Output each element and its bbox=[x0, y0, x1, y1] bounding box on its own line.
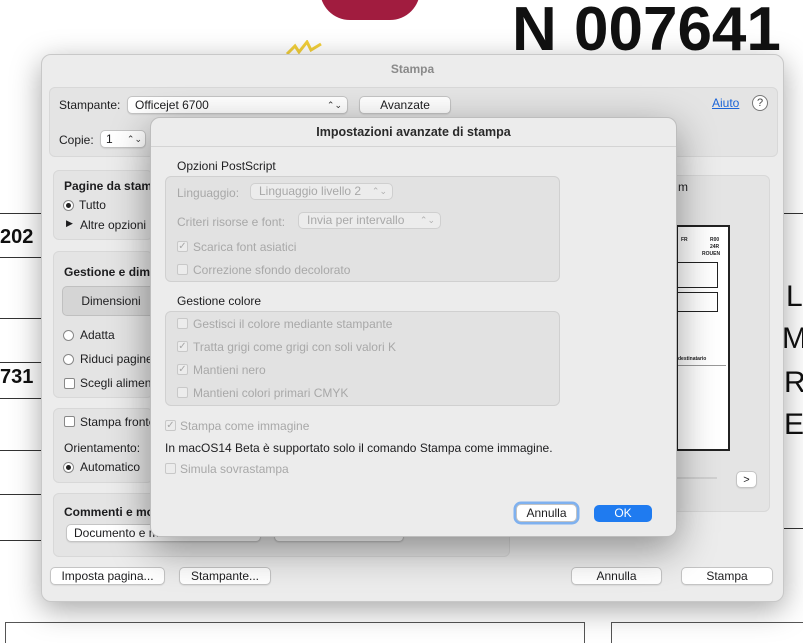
pages-group-title: Pagine da stamp bbox=[64, 179, 160, 193]
orientation-label: Orientamento: bbox=[64, 441, 141, 455]
print-as-image-checkbox[interactable]: ✓ bbox=[165, 420, 176, 431]
disclosure-triangle-icon[interactable]: ▶ bbox=[66, 218, 73, 229]
next-page-button[interactable]: > bbox=[736, 471, 757, 488]
keep-cmyk-label: Mantieni colori primari CMYK bbox=[193, 386, 349, 400]
gray-as-gray-label: Tratta grigi come grigi con soli valori … bbox=[193, 340, 396, 354]
thumb-city: ROUEN bbox=[702, 251, 721, 257]
title-separator bbox=[151, 146, 676, 147]
asian-fonts-label: Scarica font asiatici bbox=[193, 240, 297, 254]
doc-field-box bbox=[5, 622, 585, 643]
simulate-overprint-checkbox[interactable] bbox=[165, 463, 176, 474]
advanced-settings-dialog: Impostazioni avanzate di stampa Opzioni … bbox=[150, 117, 677, 537]
printer-color-label: Gestisci il colore mediante stampante bbox=[193, 317, 393, 331]
resources-select-value: Invia per intervallo bbox=[307, 213, 405, 227]
gray-as-gray-checkbox[interactable]: ✓ bbox=[177, 341, 188, 352]
page-preview-thumbnail: FR R00 24R ROUEN destinatario bbox=[676, 225, 730, 451]
choose-feed-label: Scegli aliment bbox=[80, 376, 155, 390]
more-options-label[interactable]: Altre opzioni bbox=[80, 218, 146, 232]
doc-letter-1: L bbox=[786, 280, 803, 313]
doc-letter-4: E bbox=[784, 408, 803, 441]
language-select-value: Linguaggio livello 2 bbox=[259, 184, 362, 198]
duplex-checkbox[interactable] bbox=[64, 416, 75, 427]
print-button[interactable]: Stampa bbox=[681, 567, 773, 585]
advanced-button[interactable]: Avanzate bbox=[359, 96, 451, 114]
beta-notice: In macOS14 Beta è supportato solo il com… bbox=[165, 441, 553, 455]
language-select[interactable]: Linguaggio livello 2 ⌃⌄ bbox=[250, 183, 393, 200]
printer-color-checkbox[interactable] bbox=[177, 318, 188, 329]
window-title: Stampa bbox=[390, 62, 435, 76]
document-logo bbox=[320, 0, 420, 20]
printer-label: Stampante: bbox=[59, 98, 121, 112]
postscript-section-title: Opzioni PostScript bbox=[177, 159, 276, 173]
chevron-updown-icon: ⌃⌄ bbox=[326, 100, 342, 110]
choose-feed-checkbox[interactable] bbox=[64, 378, 75, 389]
dimensions-tab[interactable]: Dimensioni bbox=[62, 286, 160, 316]
chevron-updown-icon: ⌃⌄ bbox=[371, 186, 387, 196]
print-as-image-label: Stampa come immagine bbox=[180, 419, 310, 433]
printer-utility-button[interactable]: Stampante... bbox=[179, 567, 271, 585]
doc-letter-2: M bbox=[782, 322, 803, 355]
dialog-cancel-button[interactable]: Annulla bbox=[516, 504, 577, 522]
comments-group-title: Commenti e mo bbox=[64, 505, 155, 519]
orientation-auto-radio[interactable] bbox=[63, 462, 74, 473]
shrink-label: Riduci pagine bbox=[80, 352, 153, 366]
resources-label: Criteri risorse e font: bbox=[177, 215, 286, 229]
printer-select-value: Officejet 6700 bbox=[135, 98, 209, 112]
doc-fragment-1: 202 bbox=[0, 226, 34, 248]
color-section-title: Gestione colore bbox=[177, 294, 262, 308]
doc-letter-3: R bbox=[784, 366, 803, 399]
chevron-updown-icon: ⌃⌄ bbox=[419, 215, 435, 225]
language-label: Linguaggio: bbox=[177, 186, 240, 200]
duplex-label: Stampa fronte bbox=[80, 415, 156, 429]
copies-label: Copie: bbox=[59, 133, 94, 147]
thumb-rule bbox=[678, 365, 726, 366]
keep-black-checkbox[interactable]: ✓ bbox=[177, 364, 188, 375]
thumb-code: FR bbox=[681, 237, 688, 243]
keep-cmyk-checkbox[interactable] bbox=[177, 387, 188, 398]
thumb-r2: 24R bbox=[710, 244, 720, 250]
all-pages-radio[interactable] bbox=[63, 200, 74, 211]
keep-black-label: Mantieni nero bbox=[193, 363, 266, 377]
all-pages-label: Tutto bbox=[79, 198, 106, 212]
page-scroll-track bbox=[677, 477, 717, 479]
thumb-box bbox=[676, 262, 718, 288]
copies-stepper[interactable]: 1 ⌃⌄ bbox=[100, 130, 146, 148]
doc-fragment-2: 731 bbox=[0, 366, 34, 388]
help-link[interactable]: Aiuto bbox=[712, 96, 739, 110]
document-popup-value: Documento e m bbox=[74, 526, 159, 540]
dialog-title: Impostazioni avanzate di stampa bbox=[316, 125, 511, 139]
stepper-arrows-icon[interactable]: ⌃⌄ bbox=[127, 131, 142, 147]
cancel-print-button[interactable]: Annulla bbox=[571, 567, 662, 585]
fit-radio[interactable] bbox=[63, 330, 74, 341]
thumb-recipient: destinatario bbox=[678, 356, 707, 362]
thumb-box bbox=[676, 292, 718, 312]
shrink-radio[interactable] bbox=[63, 354, 74, 365]
simulate-overprint-label: Simula sovrastampa bbox=[180, 462, 289, 476]
page-setup-button[interactable]: Imposta pagina... bbox=[50, 567, 165, 585]
background-correction-checkbox[interactable] bbox=[177, 264, 188, 275]
dialog-ok-button[interactable]: OK bbox=[594, 505, 652, 522]
size-group-title: Gestione e dime bbox=[64, 265, 157, 279]
doc-field-box bbox=[611, 622, 803, 643]
preview-label: m bbox=[678, 180, 688, 194]
background-correction-label: Correzione sfondo decolorato bbox=[193, 263, 351, 277]
help-icon[interactable]: ? bbox=[752, 95, 768, 111]
printer-select[interactable]: Officejet 6700 ⌃⌄ bbox=[127, 96, 348, 114]
copies-value: 1 bbox=[106, 132, 113, 146]
fit-label: Adatta bbox=[80, 328, 115, 342]
orientation-auto-label: Automatico bbox=[80, 460, 141, 474]
asian-fonts-checkbox[interactable]: ✓ bbox=[177, 241, 188, 252]
thumb-r1: R00 bbox=[710, 237, 720, 243]
resources-select[interactable]: Invia per intervallo ⌃⌄ bbox=[298, 212, 441, 229]
